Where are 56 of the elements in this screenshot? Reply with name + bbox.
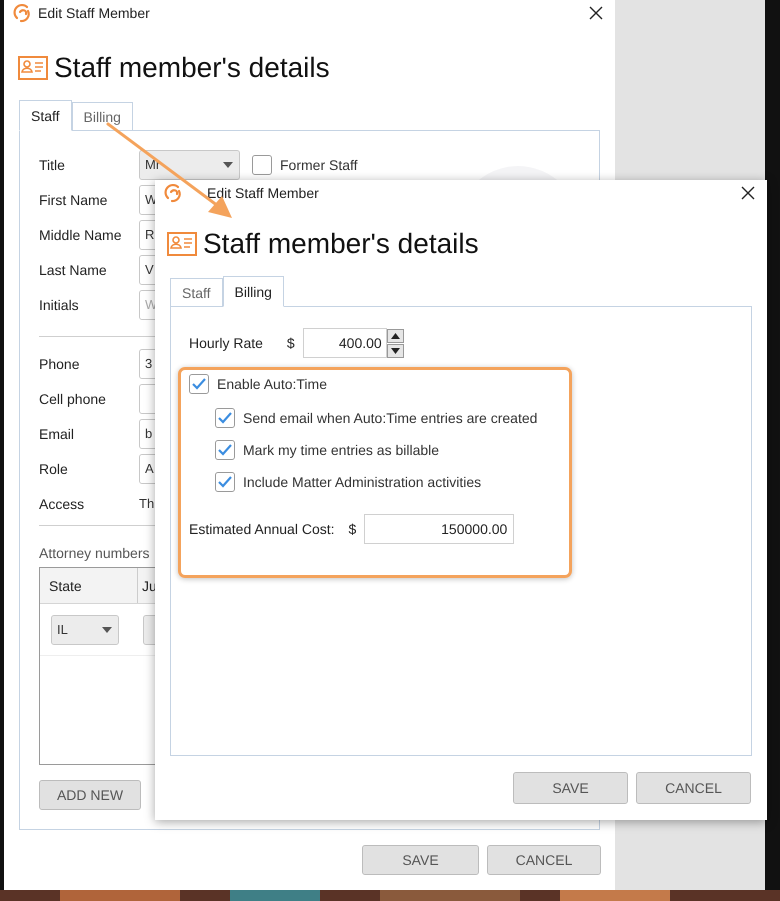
- checkbox-label: Include Matter Administration activities: [243, 474, 482, 490]
- id-card-icon: [18, 56, 48, 80]
- page-heading: Staff member's details: [54, 52, 330, 84]
- field-label: Last Name: [39, 262, 108, 278]
- save-button[interactable]: SAVE: [362, 845, 479, 875]
- field-label: Initials: [39, 296, 80, 312]
- access-text: Th: [139, 496, 154, 511]
- up-arrow-icon: [390, 332, 400, 338]
- save-button[interactable]: SAVE: [513, 772, 628, 804]
- id-card-icon: [167, 232, 197, 256]
- decrement-button[interactable]: [386, 344, 404, 358]
- field-label: Phone: [39, 356, 80, 372]
- page-heading: Staff member's details: [203, 228, 479, 260]
- column-header: State: [40, 568, 138, 603]
- field-label: Hourly Rate: [189, 335, 263, 351]
- field-label: Estimated Annual Cost:: [189, 521, 335, 537]
- field-label: Role: [39, 460, 69, 476]
- cancel-button[interactable]: CANCEL: [636, 772, 751, 804]
- currency-symbol: $: [348, 521, 356, 537]
- field-label: Email: [39, 426, 76, 442]
- checkbox-label: Mark my time entries as billable: [243, 442, 440, 458]
- field-label: Title: [39, 156, 66, 172]
- cancel-button[interactable]: CANCEL: [487, 845, 601, 875]
- field-label: Middle Name: [39, 226, 122, 242]
- hourly-rate-field[interactable]: 400.00: [302, 328, 387, 358]
- window-title: Edit Staff Member: [38, 5, 151, 21]
- caret-icon: [102, 626, 112, 632]
- close-button[interactable]: [587, 4, 605, 22]
- section-title: Attorney numbers: [39, 545, 150, 561]
- field-label: First Name: [39, 192, 108, 208]
- logo-icon: [163, 183, 183, 203]
- former-staff-checkbox[interactable]: [252, 154, 272, 174]
- close-button[interactable]: [739, 184, 757, 202]
- tab[interactable]: Staff: [170, 278, 223, 307]
- tab[interactable]: Billing: [72, 102, 133, 131]
- checkbox-label: Send email when Auto:Time entries are created: [243, 410, 538, 426]
- down-arrow-icon: [390, 348, 400, 354]
- tab[interactable]: Staff: [19, 100, 72, 131]
- field-label: Cell phone: [39, 390, 107, 406]
- checkbox[interactable]: [189, 374, 209, 394]
- checkbox[interactable]: [215, 472, 235, 492]
- checkbox[interactable]: [215, 408, 235, 428]
- title-dropdown[interactable]: Mr: [139, 150, 240, 180]
- add-new-button[interactable]: ADD NEW: [39, 780, 141, 810]
- increment-button[interactable]: [386, 328, 404, 342]
- checkbox-label: Enable Auto:Time: [217, 376, 327, 392]
- caret-icon: [223, 162, 233, 168]
- checkbox[interactable]: [215, 440, 235, 460]
- tab[interactable]: Billing: [222, 276, 284, 307]
- checkbox-label: Former Staff: [280, 156, 358, 172]
- state-dropdown[interactable]: IL: [51, 614, 119, 644]
- field-label: Access: [39, 496, 86, 512]
- currency-symbol: $: [286, 335, 295, 351]
- annual-cost-field[interactable]: 150000.00: [364, 514, 514, 544]
- window-title: Edit Staff Member: [207, 185, 320, 201]
- logo-icon: [12, 3, 32, 23]
